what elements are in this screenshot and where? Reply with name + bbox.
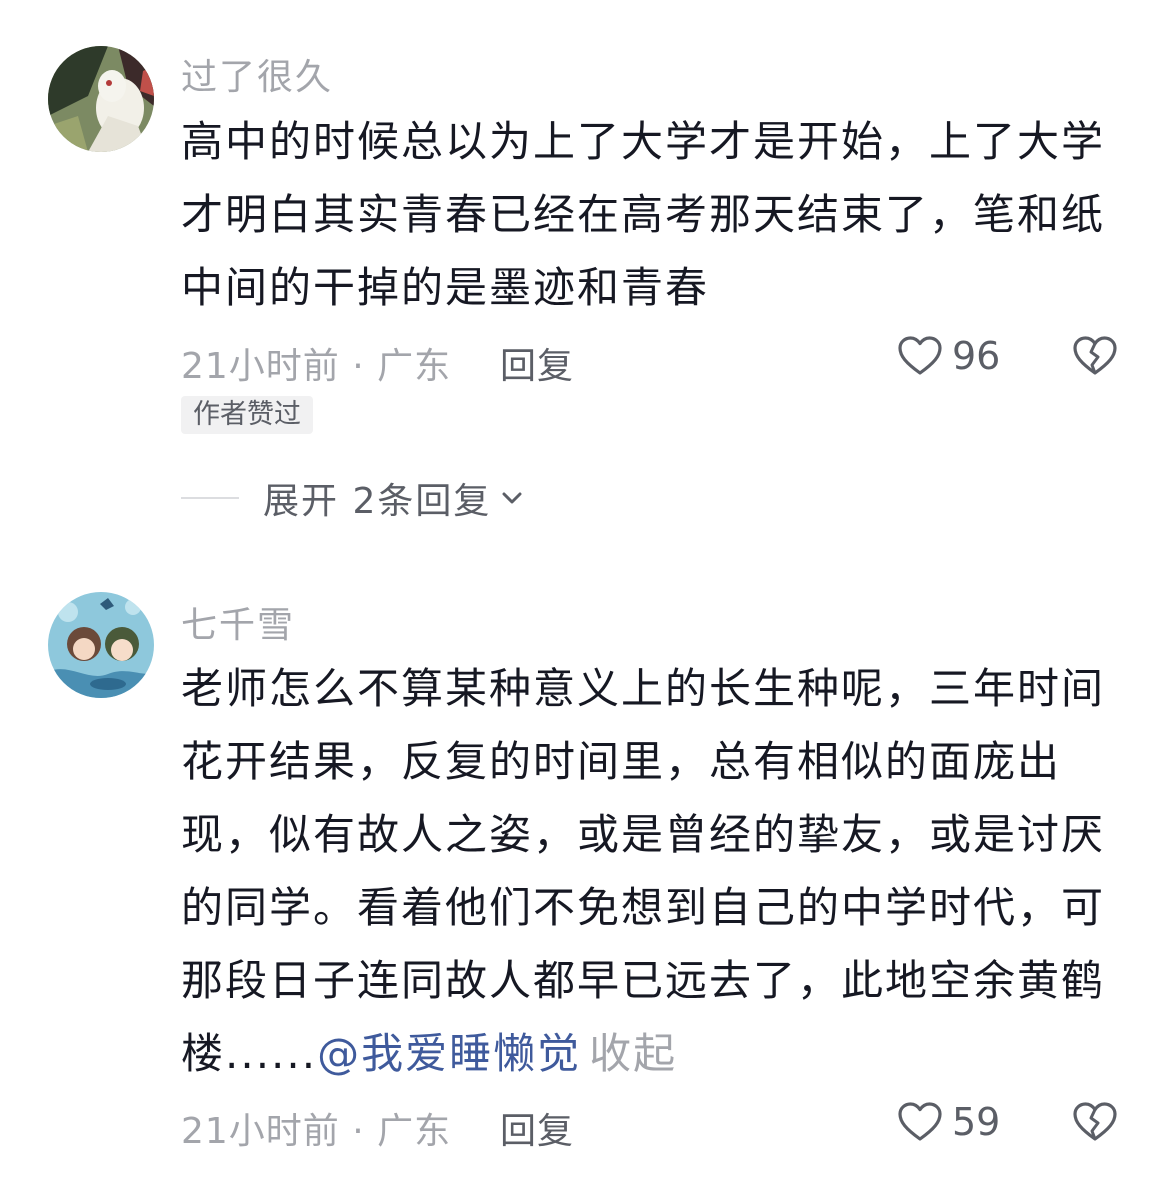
expand-replies-button[interactable]: 展开 2条回复: [181, 472, 525, 524]
like-count: 96: [952, 334, 1001, 378]
avatar-illustration: [48, 46, 154, 152]
avatar[interactable]: [48, 46, 154, 152]
broken-heart-icon: [1073, 336, 1117, 375]
avatar[interactable]: [48, 592, 154, 698]
expand-replies-label: 展开 2条回复: [263, 481, 492, 522]
heart-outline-icon: [898, 336, 942, 375]
comment-username[interactable]: 七千雪: [181, 596, 295, 648]
chevron-down-icon: [502, 492, 522, 504]
comment-time-location: 21小时前 · 广东: [181, 346, 452, 387]
dislike-button[interactable]: [1071, 332, 1119, 380]
like-button[interactable]: 96: [896, 332, 1000, 380]
divider-line: [181, 497, 239, 499]
comment-username[interactable]: 过了很久: [181, 48, 333, 100]
comment-text: 高中的时候总以为上了大学才是开始，上了大学才明白其实青春已经在高考那天结束了，笔…: [181, 105, 1121, 324]
like-button[interactable]: 59: [896, 1098, 1000, 1146]
comment-text: 老师怎么不算某种意义上的长生种呢，三年时间花开结果，反复的时间里，总有相似的面庞…: [181, 652, 1121, 1090]
heart-outline-icon: [898, 1102, 942, 1141]
comment-text-content: 老师怎么不算某种意义上的长生种呢，三年时间花开结果，反复的时间里，总有相似的面庞…: [181, 664, 1106, 1078]
author-liked-badge: 作者赞过: [181, 396, 313, 434]
mention-link[interactable]: @我爱睡懒觉: [317, 1029, 581, 1078]
dislike-button[interactable]: [1071, 1098, 1119, 1146]
like-count: 59: [952, 1100, 1001, 1144]
broken-heart-icon: [1073, 1102, 1117, 1141]
reply-button[interactable]: 回复: [500, 337, 574, 389]
avatar-illustration: [48, 592, 154, 698]
collapse-link[interactable]: 收起: [589, 1029, 677, 1078]
comment-text-content: 高中的时候总以为上了大学才是开始，上了大学才明白其实青春已经在高考那天结束了，笔…: [181, 117, 1106, 312]
reply-button[interactable]: 回复: [500, 1102, 574, 1154]
comment-time-location: 21小时前 · 广东: [181, 1111, 452, 1152]
